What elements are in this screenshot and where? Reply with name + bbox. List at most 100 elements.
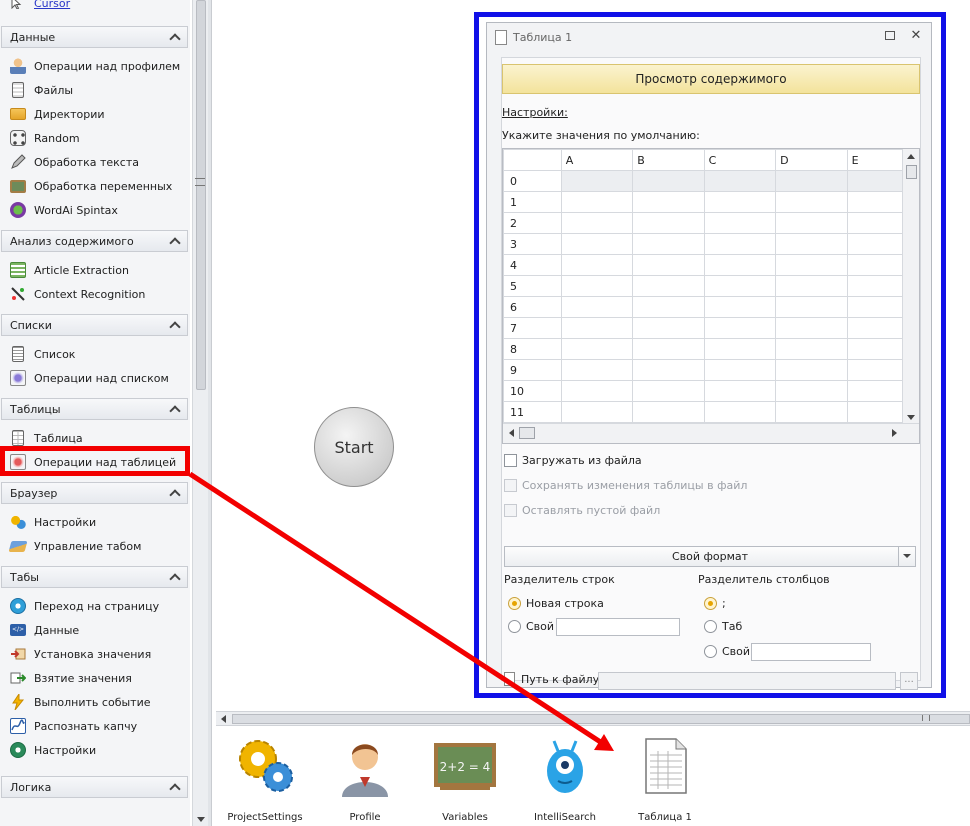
scroll-left-icon[interactable] bbox=[509, 429, 514, 437]
toolbox-item-text-processing[interactable]: Обработка текста bbox=[0, 150, 190, 174]
grid-cell[interactable] bbox=[775, 191, 848, 213]
toolbox-item-list[interactable]: Список bbox=[0, 342, 190, 366]
row-header[interactable]: 6 bbox=[503, 296, 562, 318]
toolbox-item-get-value[interactable]: Взятие значения bbox=[0, 666, 190, 690]
grid-cell[interactable] bbox=[560, 254, 634, 276]
scroll-left-icon[interactable] bbox=[221, 715, 226, 723]
row-header[interactable]: 10 bbox=[503, 380, 562, 402]
grid-cell[interactable] bbox=[560, 359, 634, 381]
grid-cell[interactable] bbox=[703, 275, 777, 297]
grid-cell[interactable] bbox=[703, 233, 777, 255]
checkbox-box[interactable] bbox=[504, 479, 517, 492]
radio-button[interactable] bbox=[704, 645, 717, 658]
toolbox-item-table[interactable]: Таблица bbox=[0, 426, 190, 450]
toolbox-item-list-ops[interactable]: Операции над списком bbox=[0, 366, 190, 390]
file-path-input[interactable] bbox=[598, 672, 896, 690]
group-header-data[interactable]: Данные bbox=[1, 26, 188, 48]
column-header[interactable]: A bbox=[560, 149, 634, 171]
col-sep-semicolon-radio[interactable]: ; bbox=[704, 597, 726, 610]
tray-item-profile[interactable]: Profile bbox=[320, 735, 410, 825]
row-sep-newline-radio[interactable]: Новая строка bbox=[508, 597, 604, 610]
col-sep-tab-radio[interactable]: Таб bbox=[704, 620, 742, 633]
grid-cell[interactable] bbox=[632, 212, 705, 234]
grid-cell[interactable] bbox=[775, 212, 848, 234]
toolbox-scrollbar[interactable] bbox=[192, 0, 208, 826]
chevron-down-icon[interactable] bbox=[898, 547, 915, 566]
scroll-down-icon[interactable] bbox=[197, 817, 205, 822]
row-header[interactable]: 0 bbox=[503, 170, 562, 192]
toolbox-item-captcha[interactable]: Распознать капчу bbox=[0, 714, 190, 738]
row-sep-custom-input[interactable] bbox=[556, 618, 680, 636]
scrollbar-thumb[interactable] bbox=[196, 0, 206, 390]
col-sep-custom-radio[interactable]: Свой bbox=[704, 645, 750, 658]
grid-cell[interactable] bbox=[560, 296, 634, 318]
grid-cell[interactable] bbox=[632, 275, 705, 297]
grid-cell[interactable] bbox=[703, 359, 777, 381]
toolbox-item-table-ops[interactable]: Операции над таблицей bbox=[0, 450, 190, 474]
scrollbar-thumb[interactable] bbox=[906, 165, 917, 179]
grid-vertical-scrollbar[interactable] bbox=[902, 149, 919, 425]
scroll-down-icon[interactable] bbox=[907, 415, 915, 420]
toolbox-item-cursor[interactable]: Cursor bbox=[0, 0, 190, 10]
scroll-up-icon[interactable] bbox=[907, 154, 915, 159]
panel-splitter[interactable] bbox=[208, 0, 212, 826]
scrollbar-thumb[interactable] bbox=[519, 427, 535, 439]
row-sep-custom-radio[interactable]: Свой bbox=[508, 620, 554, 633]
scrollbar-thumb[interactable] bbox=[232, 714, 970, 724]
row-header[interactable]: 8 bbox=[503, 338, 562, 360]
toolbox-item-article-extraction[interactable]: Article Extraction bbox=[0, 258, 190, 282]
row-header[interactable]: 1 bbox=[503, 191, 562, 213]
grid-cell[interactable] bbox=[775, 233, 848, 255]
settings-link[interactable]: Настройки: bbox=[502, 106, 568, 119]
grid-cell[interactable] bbox=[632, 359, 705, 381]
grid-cell[interactable] bbox=[632, 401, 705, 423]
grid-cell[interactable] bbox=[632, 317, 705, 339]
grid-cell[interactable] bbox=[632, 338, 705, 360]
toolbox-item-random[interactable]: Random bbox=[0, 126, 190, 150]
grid-cell[interactable] bbox=[560, 338, 634, 360]
toolbox-item-navigate[interactable]: Переход на страницу bbox=[0, 594, 190, 618]
group-header-tabs[interactable]: Табы bbox=[1, 566, 188, 588]
toolbox-item-fire-event[interactable]: Выполнить событие bbox=[0, 690, 190, 714]
grid-cell[interactable] bbox=[560, 317, 634, 339]
toolbox-item-wordai[interactable]: WordAi Spintax bbox=[0, 198, 190, 222]
grid-cell[interactable] bbox=[560, 191, 634, 213]
grid-cell[interactable] bbox=[775, 338, 848, 360]
grid-cell[interactable] bbox=[560, 233, 634, 255]
grid-cell[interactable] bbox=[775, 401, 848, 423]
toolbox-item-directories[interactable]: Директории bbox=[0, 102, 190, 126]
grid-cell[interactable] bbox=[632, 380, 705, 402]
toolbox-item-tab-data[interactable]: </> Данные bbox=[0, 618, 190, 642]
grid-cell[interactable] bbox=[703, 254, 777, 276]
grid-cell[interactable] bbox=[703, 338, 777, 360]
column-header[interactable]: B bbox=[632, 149, 705, 171]
start-node[interactable]: Start bbox=[314, 407, 394, 487]
row-header[interactable]: 11 bbox=[503, 401, 562, 423]
grid-cell[interactable] bbox=[775, 170, 848, 192]
grid-cell[interactable] bbox=[703, 380, 777, 402]
toolbox-item-context-recognition[interactable]: Context Recognition bbox=[0, 282, 190, 306]
row-header[interactable]: 7 bbox=[503, 317, 562, 339]
column-header[interactable]: C bbox=[703, 149, 777, 171]
col-sep-custom-input[interactable] bbox=[751, 643, 871, 661]
load-from-file-checkbox[interactable]: Загружать из файла bbox=[504, 454, 642, 467]
grid-cell[interactable] bbox=[703, 212, 777, 234]
toolbox-item-profile-ops[interactable]: Операции над профилем bbox=[0, 54, 190, 78]
group-header-content-analysis[interactable]: Анализ содержимого bbox=[1, 230, 188, 252]
grid-cell[interactable] bbox=[775, 296, 848, 318]
toolbox-item-tab-control[interactable]: Управление табом bbox=[0, 534, 190, 558]
grid-cell[interactable] bbox=[775, 317, 848, 339]
checkbox-box[interactable] bbox=[504, 504, 517, 517]
toolbox-item-browser-settings[interactable]: Настройки bbox=[0, 510, 190, 534]
row-header[interactable]: 5 bbox=[503, 275, 562, 297]
grid-cell[interactable] bbox=[560, 212, 634, 234]
group-header-lists[interactable]: Списки bbox=[1, 314, 188, 336]
toolbox-item-variable-processing[interactable]: Обработка переменных bbox=[0, 174, 190, 198]
grid-cell[interactable] bbox=[632, 296, 705, 318]
grid-cell[interactable] bbox=[560, 170, 634, 192]
tray-item-variables[interactable]: 2+2 = 4 Variables bbox=[420, 735, 510, 825]
preview-content-button[interactable]: Просмотр содержимого bbox=[502, 64, 920, 94]
grid-cell[interactable] bbox=[632, 170, 705, 192]
format-select[interactable]: Свой формат bbox=[504, 546, 916, 567]
radio-button[interactable] bbox=[704, 620, 717, 633]
